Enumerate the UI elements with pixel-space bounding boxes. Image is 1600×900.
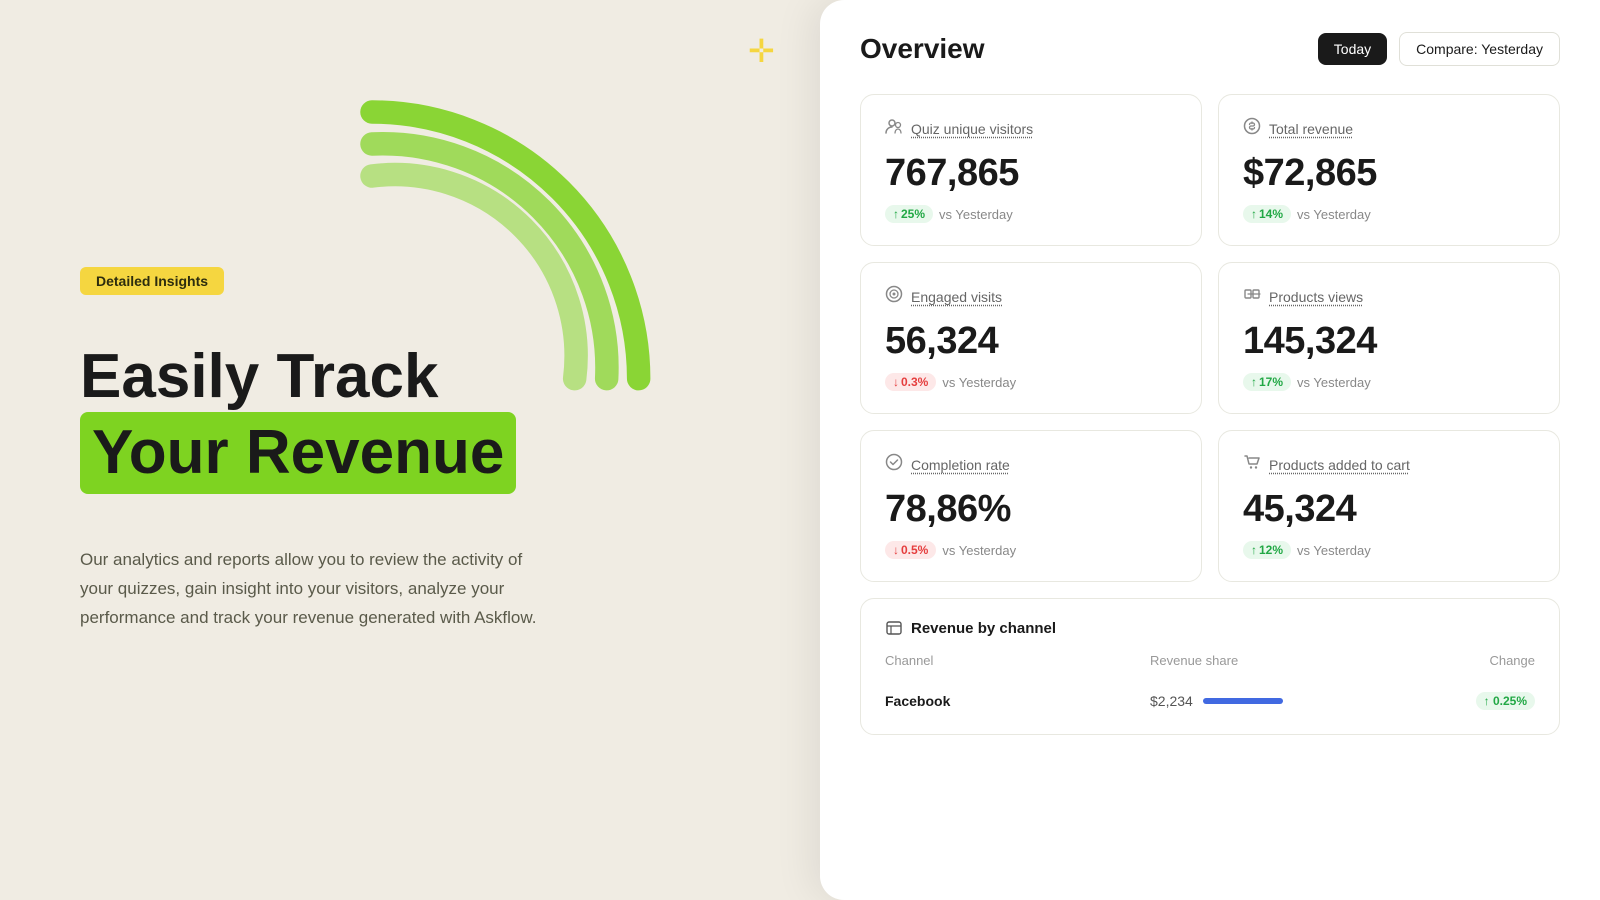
total-revenue-icon [1243, 117, 1261, 140]
completion-rate-icon [885, 453, 903, 476]
products-views-value: 145,324 [1243, 320, 1535, 363]
products-cart-change: ↑ 12% vs Yesterday [1243, 541, 1535, 559]
deco-star-1: ✛ [748, 32, 775, 70]
products-cart-badge: ↑ 12% [1243, 541, 1291, 559]
total-revenue-badge: ↑ 14% [1243, 205, 1291, 223]
products-views-badge: ↑ 17% [1243, 373, 1291, 391]
badge: Detailed Insights [80, 267, 224, 295]
col-channel: Channel [885, 653, 1150, 668]
stat-label-completion-rate: Completion rate [885, 453, 1177, 476]
products-cart-label: Products added to cart [1269, 457, 1410, 473]
revenue-row-facebook: Facebook $2,234 ↑ 0.25% [885, 688, 1535, 714]
total-revenue-vs: vs Yesterday [1297, 207, 1371, 222]
products-views-icon [1243, 285, 1261, 308]
completion-rate-value: 78,86% [885, 488, 1177, 531]
col-change: Change [1415, 653, 1535, 668]
revenue-header: Revenue by channel [885, 619, 1535, 637]
completion-rate-label: Completion rate [911, 457, 1010, 473]
revenue-change-badge: ↑ 0.25% [1476, 692, 1535, 710]
revenue-change-cell: ↑ 0.25% [1415, 692, 1535, 710]
stat-card-products-cart: Products added to cart 45,324 ↑ 12% vs Y… [1218, 430, 1560, 582]
dashboard-header: Overview Today Compare: Yesterday [860, 32, 1560, 66]
revenue-table-icon [885, 619, 903, 637]
revenue-amount: $2,234 [1150, 693, 1193, 709]
products-views-change: ↑ 17% vs Yesterday [1243, 373, 1535, 391]
completion-rate-vs: vs Yesterday [942, 543, 1016, 558]
stat-card-engaged-visits: Engaged visits 56,324 ↓ 0.3% vs Yesterda… [860, 262, 1202, 414]
completion-rate-change: ↓ 0.5% vs Yesterday [885, 541, 1177, 559]
quiz-visitors-value: 767,865 [885, 152, 1177, 195]
completion-rate-badge: ↓ 0.5% [885, 541, 936, 559]
total-revenue-change: ↑ 14% vs Yesterday [1243, 205, 1535, 223]
products-cart-value: 45,324 [1243, 488, 1535, 531]
revenue-table-header: Channel Revenue share Change [885, 653, 1535, 676]
quiz-visitors-vs: vs Yesterday [939, 207, 1013, 222]
total-revenue-value: $72,865 [1243, 152, 1535, 195]
revenue-title: Revenue by channel [911, 620, 1056, 637]
revenue-bar [1203, 698, 1283, 704]
products-views-vs: vs Yesterday [1297, 375, 1371, 390]
quiz-visitors-label: Quiz unique visitors [911, 121, 1033, 137]
products-views-label: Products views [1269, 289, 1363, 305]
stat-label-products-views: Products views [1243, 285, 1535, 308]
compare-button[interactable]: Compare: Yesterday [1399, 32, 1560, 66]
revenue-section: Revenue by channel Channel Revenue share… [860, 598, 1560, 735]
engaged-visits-value: 56,324 [885, 320, 1177, 363]
stat-label-engaged-visits: Engaged visits [885, 285, 1177, 308]
arcs-decoration [340, 80, 660, 400]
headline-highlight: Your Revenue [80, 412, 516, 494]
products-cart-icon [1243, 453, 1261, 476]
engaged-visits-vs: vs Yesterday [942, 375, 1016, 390]
hero-description: Our analytics and reports allow you to r… [80, 546, 540, 633]
engaged-visits-icon [885, 285, 903, 308]
quiz-visitors-icon [885, 117, 903, 140]
dashboard-panel: Overview Today Compare: Yesterday Quiz u… [820, 0, 1600, 900]
engaged-visits-badge: ↓ 0.3% [885, 373, 936, 391]
left-panel: Detailed Insights Easily Track Your Reve… [0, 0, 640, 900]
stats-grid: Quiz unique visitors 767,865 ↑ 25% vs Ye… [860, 94, 1560, 582]
quiz-visitors-badge: ↑ 25% [885, 205, 933, 223]
channel-name: Facebook [885, 693, 1150, 709]
quiz-visitors-change: ↑ 25% vs Yesterday [885, 205, 1177, 223]
stat-label-total-revenue: Total revenue [1243, 117, 1535, 140]
stat-card-products-views: Products views 145,324 ↑ 17% vs Yesterda… [1218, 262, 1560, 414]
header-buttons: Today Compare: Yesterday [1318, 32, 1560, 66]
stat-card-completion-rate: Completion rate 78,86% ↓ 0.5% vs Yesterd… [860, 430, 1202, 582]
overview-title: Overview [860, 33, 985, 65]
revenue-share-cell: $2,234 [1150, 693, 1415, 709]
col-revenue-share: Revenue share [1150, 653, 1415, 668]
engaged-visits-change: ↓ 0.3% vs Yesterday [885, 373, 1177, 391]
stat-card-total-revenue: Total revenue $72,865 ↑ 14% vs Yesterday [1218, 94, 1560, 246]
engaged-visits-label: Engaged visits [911, 289, 1002, 305]
stat-label-products-cart: Products added to cart [1243, 453, 1535, 476]
total-revenue-label: Total revenue [1269, 121, 1353, 137]
today-button[interactable]: Today [1318, 33, 1387, 65]
products-cart-vs: vs Yesterday [1297, 543, 1371, 558]
stat-label-quiz-visitors: Quiz unique visitors [885, 117, 1177, 140]
stat-card-quiz-visitors: Quiz unique visitors 767,865 ↑ 25% vs Ye… [860, 94, 1202, 246]
